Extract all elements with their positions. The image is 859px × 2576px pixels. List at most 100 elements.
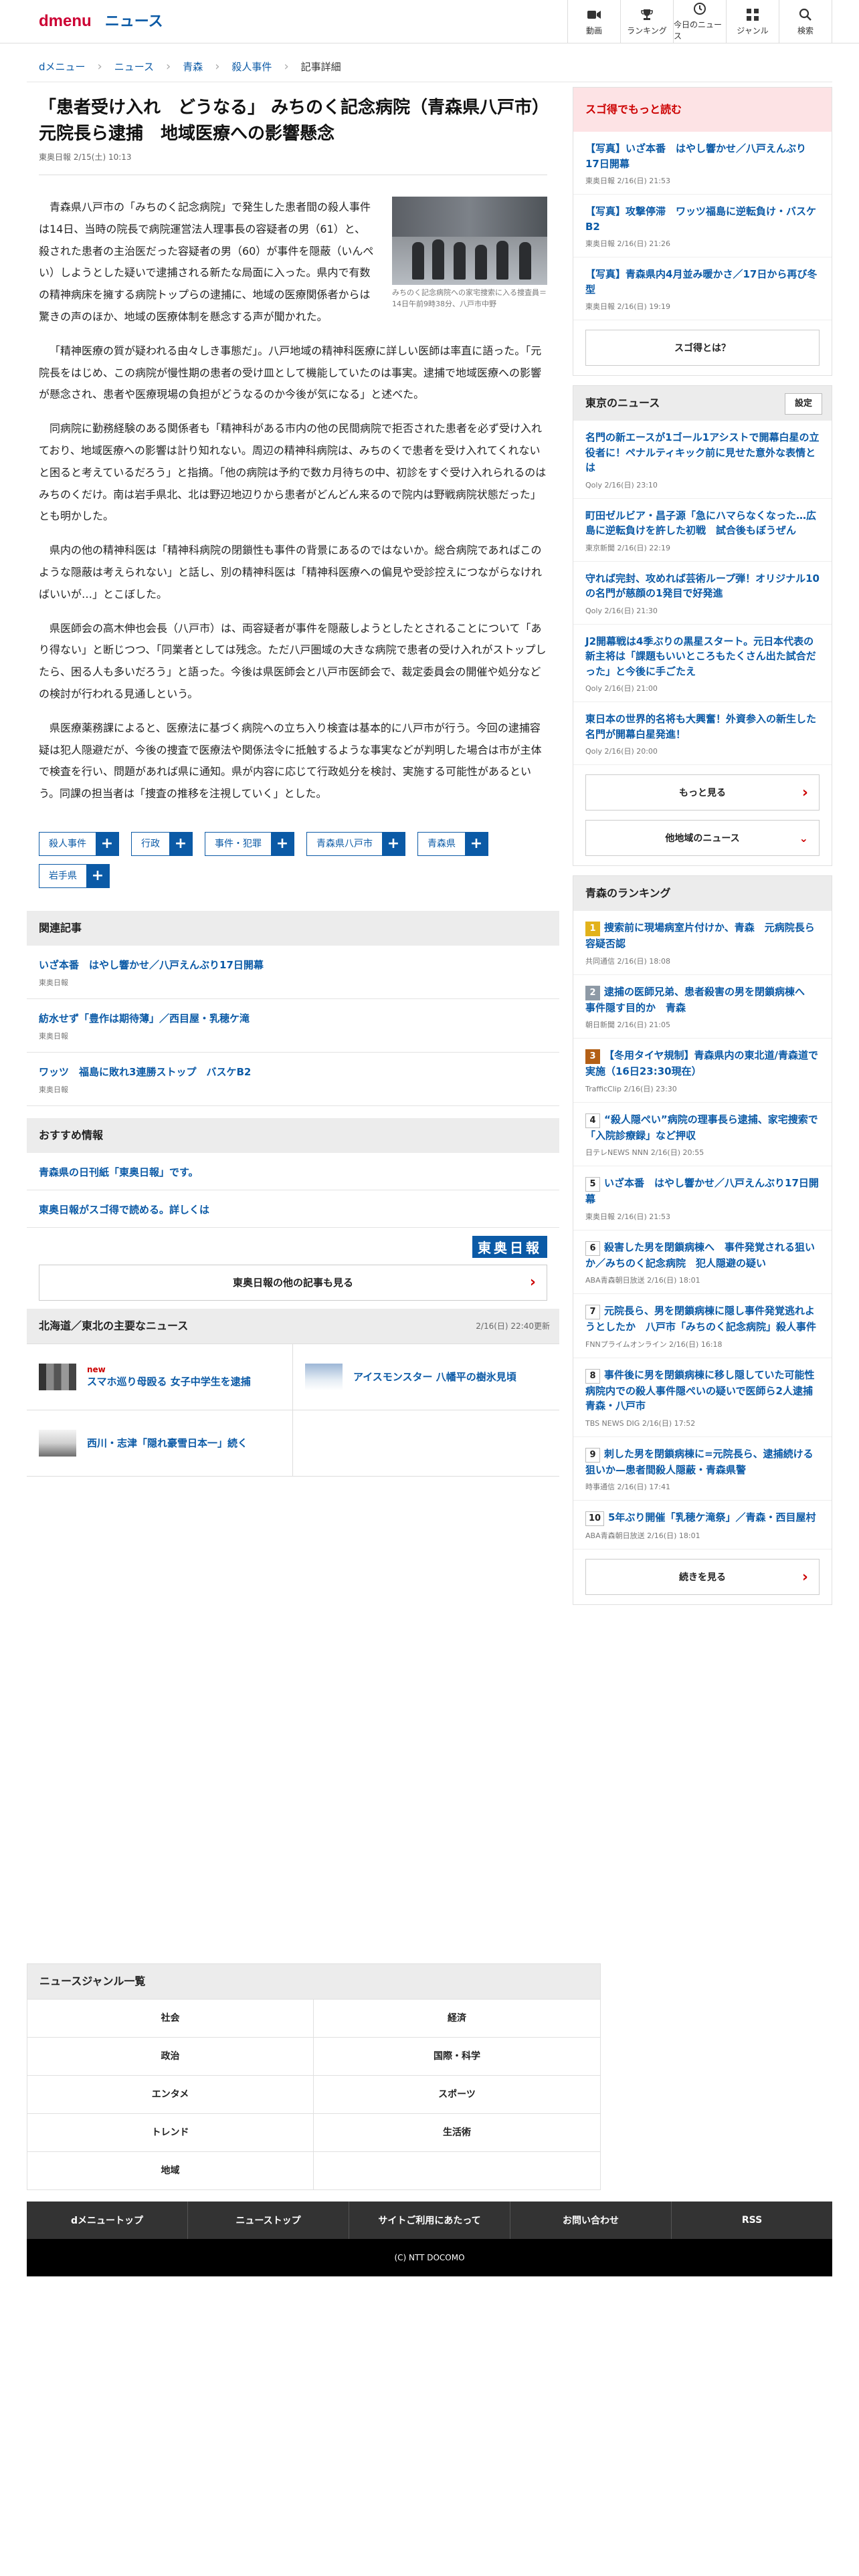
genre-economy[interactable]: 経済: [314, 1999, 600, 2037]
list-item[interactable]: 【写真】青森県内4月並み暖かさ／17日から再び冬型 東奥日報 2/16(日) 19…: [573, 257, 832, 320]
genre-society[interactable]: 社会: [27, 1999, 314, 2037]
genre-international[interactable]: 国際・科学: [314, 2037, 600, 2075]
related-link[interactable]: 紡水せず「豊作は期待薄」／西目屋・乳穂ケ滝: [39, 1011, 547, 1025]
ranking-item[interactable]: 4 “殺人隠ぺい”病院の理事長ら逮捕、家宅捜索で「入院診療録」など押収 日テレNEW…: [573, 1103, 832, 1166]
recommended-link[interactable]: 青森県の日刊紙「東奥日報」です。: [39, 1165, 547, 1179]
ranking-item[interactable]: 2 逮捕の医師兄弟、患者殺害の男を閉鎖病棟へ 事件隠す目的か 青森 朝日新聞 2/1…: [573, 975, 832, 1039]
ranking-item[interactable]: 5 いざ本番 はやし響かせ／八戸えんぶり17日開幕 東奥日報 2/16(日) 21:…: [573, 1166, 832, 1230]
dmenu-news-logo[interactable]: d menu ニュース: [39, 9, 163, 31]
breadcrumb-aomori[interactable]: 青森: [171, 60, 215, 74]
more-button[interactable]: もっと見る ›: [585, 774, 820, 811]
ranking-link[interactable]: 3 【冬用タイヤ規制】青森県内の東北道/青森道で実施（16日23:30現在）: [585, 1048, 820, 1079]
ranking-link[interactable]: 1 捜索前に現場病室片付けか、青森 元病院長ら容疑否認: [585, 920, 820, 952]
tag-follow[interactable]: 行政 +: [131, 831, 193, 856]
footer-terms[interactable]: サイトご利用にあたって: [349, 2202, 510, 2239]
tag-follow[interactable]: 殺人事件 +: [39, 831, 119, 856]
list-item[interactable]: 青森県の日刊紙「東奥日報」です。: [27, 1153, 559, 1190]
ranking-item[interactable]: 8 事件後に男を閉鎖病棟に移し隠していた可能性 病院内での殺人事件隠ぺいの疑いで医…: [573, 1358, 832, 1437]
other-region-button[interactable]: 他地域のニュース ⌄: [585, 820, 820, 856]
ranking-item[interactable]: 7 元院長ら、男を閉鎖病棟に隠し事件発覚逃れようとしたか 八戸市「みちのく記念病院…: [573, 1294, 832, 1358]
more-articles-button[interactable]: 東奥日報の他の記事も見る ›: [39, 1264, 547, 1301]
new-badge: new: [87, 1365, 106, 1375]
list-item[interactable]: 町田ゼルビア・昌子源「急にハマらなくなった…広島に逆転負けを許した初戦 試合後も…: [573, 499, 832, 562]
plus-icon[interactable]: +: [169, 832, 192, 855]
list-item[interactable]: 【写真】攻撃停滞 ワッツ福島に逆転負け・バスケB2 東奥日報 2/16(日) 21…: [573, 195, 832, 257]
nav-genre[interactable]: ジャンル: [726, 0, 779, 43]
breadcrumb-murder[interactable]: 殺人事件: [219, 60, 284, 74]
related-link[interactable]: いざ本番 はやし響かせ／八戸えんぶり17日開幕: [39, 958, 547, 972]
list-item[interactable]: 東日本の世界的名将も大興奮！外資参入の新生した名門が開幕白星発進！ Qoly 2/…: [573, 702, 832, 765]
sugotoku-link[interactable]: 【写真】青森県内4月並み暖かさ／17日から再び冬型: [585, 267, 820, 297]
settings-button[interactable]: 設定: [784, 393, 822, 415]
genre-politics[interactable]: 政治: [27, 2037, 314, 2075]
ranking-item[interactable]: 6 殺害した男を閉鎖病棟へ 事件発覚される狙いか／みちのく記念病院 犯人隠避の疑い…: [573, 1230, 832, 1294]
regional-title: 北海道／東北の主要なニュース: [39, 1319, 189, 1332]
ranking-link[interactable]: 2 逮捕の医師兄弟、患者殺害の男を閉鎖病棟へ 事件隠す目的か 青森: [585, 984, 820, 1016]
plus-icon[interactable]: +: [465, 832, 488, 855]
breadcrumb-dmenu[interactable]: dメニュー: [27, 60, 98, 74]
ranking-link[interactable]: 4 “殺人隠ぺい”病院の理事長ら逮捕、家宅捜索で「入院診療録」など押収: [585, 1112, 820, 1144]
list-item[interactable]: J2開幕戦は4季ぶりの黒星スタート。元日本代表の新主将は「課題もいいところもたく…: [573, 625, 832, 702]
plus-icon[interactable]: +: [271, 832, 294, 855]
ranking-link[interactable]: 5 いざ本番 はやし響かせ／八戸えんぶり17日開幕: [585, 1176, 820, 1207]
regional-link[interactable]: 西川・志津「隠れ豪雪日本一」続く: [87, 1437, 248, 1449]
ranking-item[interactable]: 10 5年ぶり開催「乳穂ケ滝祭」／青森・西目屋村 ABA青森朝日放送 2/16(日)…: [573, 1501, 832, 1549]
tokyo-news-link[interactable]: 守れば完封、攻めれば芸術ループ弾！オリジナル10の名門が慈顔の1発目で好発進: [585, 571, 820, 601]
tokyo-news-link[interactable]: 町田ゼルビア・昌子源「急にハマらなくなった…広島に逆転負けを許した初戦 試合後も…: [585, 508, 820, 538]
ranking-source: ABA青森朝日放送 2/16(日) 18:01: [585, 1276, 700, 1285]
ranking-item[interactable]: 1 捜索前に現場病室片付けか、青森 元病院長ら容疑否認 共同通信 2/16(日) 1…: [573, 911, 832, 975]
genre-lifestyle[interactable]: 生活術: [314, 2113, 600, 2151]
recommended-link[interactable]: 東奥日報がスゴ得で読める。詳しくは: [39, 1202, 547, 1216]
footer-dmenu-top[interactable]: dメニュートップ: [27, 2202, 188, 2239]
genre-entertainment[interactable]: エンタメ: [27, 2075, 314, 2113]
list-item[interactable]: 【写真】いざ本番 はやし響かせ／八戸えんぶり17日開幕 東奥日報 2/16(日) …: [573, 132, 832, 195]
tag-follow[interactable]: 岩手県 +: [39, 863, 110, 888]
sugotoku-link[interactable]: 【写真】攻撃停滞 ワッツ福島に逆転負け・バスケB2: [585, 204, 820, 234]
list-item[interactable]: new スマホ巡り母殴る 女子中学生を逮捕: [27, 1344, 293, 1410]
list-item[interactable]: 紡水せず「豊作は期待薄」／西目屋・乳穂ケ滝 東奥日報: [27, 999, 559, 1053]
ranking-link[interactable]: 7 元院長ら、男を閉鎖病棟に隠し事件発覚逃れようとしたか 八戸市「みちのく記念病院…: [585, 1303, 820, 1335]
genre-region[interactable]: 地域: [27, 2151, 314, 2189]
ranking-item[interactable]: 3 【冬用タイヤ規制】青森県内の東北道/青森道で実施（16日23:30現在） Tra…: [573, 1039, 832, 1103]
nav-search[interactable]: 検索: [779, 0, 832, 43]
list-item[interactable]: 西川・志津「隠れ豪雪日本一」続く: [27, 1410, 293, 1477]
nav-today[interactable]: 今日のニュース: [673, 0, 726, 43]
list-item[interactable]: ワッツ 福島に敗れ3連勝ストップ バスケB2 東奥日報: [27, 1053, 559, 1106]
footer-news-top[interactable]: ニューストップ: [188, 2202, 349, 2239]
tokyo-news-link[interactable]: 東日本の世界的名将も大興奮！外資参入の新生した名門が開幕白星発進！: [585, 712, 820, 742]
tokyo-news-link[interactable]: 名門の新エースが1ゴール1アシストで開幕白星の立役者に！ペナルティキック前に見せ…: [585, 430, 820, 475]
footer-rss[interactable]: RSS: [672, 2202, 832, 2239]
plus-icon[interactable]: +: [96, 832, 118, 855]
toonippo-logo[interactable]: 東奥日報: [472, 1235, 547, 1258]
ranking-item[interactable]: 9 刺した男を閉鎖病棟に=元院長ら、逮捕続ける狙いか—患者間殺人隠蔽・青森県警 時事…: [573, 1437, 832, 1501]
ranking-link[interactable]: 9 刺した男を閉鎖病棟に=元院長ら、逮捕続ける狙いか—患者間殺人隠蔽・青森県警: [585, 1446, 820, 1478]
article-photo[interactable]: [392, 197, 547, 285]
sugotoku-link[interactable]: 【写真】いざ本番 はやし響かせ／八戸えんぶり17日開幕: [585, 141, 820, 171]
tag-follow[interactable]: 事件・犯罪 +: [205, 831, 294, 856]
see-more-ranking-button[interactable]: 続きを見る ›: [585, 1559, 820, 1595]
tag-follow[interactable]: 青森県 +: [417, 831, 488, 856]
nav-video[interactable]: 動画: [567, 0, 620, 43]
ranking-link[interactable]: 6 殺害した男を閉鎖病棟へ 事件発覚される狙いか／みちのく記念病院 犯人隠避の疑い: [585, 1240, 820, 1271]
plus-icon[interactable]: +: [382, 832, 405, 855]
ranking-link[interactable]: 8 事件後に男を閉鎖病棟に移し隠していた可能性 病院内での殺人事件隠ぺいの疑いで医…: [585, 1368, 825, 1414]
list-item[interactable]: アイスモンスター 八幡平の樹氷見頃: [293, 1344, 559, 1410]
breadcrumb-news[interactable]: ニュース: [102, 60, 166, 74]
tag-follow[interactable]: 青森県八戸市 +: [306, 831, 405, 856]
plus-icon[interactable]: +: [86, 864, 109, 887]
tokyo-news-source: Qoly 2/16(日) 21:00: [585, 684, 658, 693]
regional-link[interactable]: スマホ巡り母殴る 女子中学生を逮捕: [87, 1376, 251, 1388]
ranking-link[interactable]: 10 5年ぶり開催「乳穂ケ滝祭」／青森・西目屋村: [585, 1510, 820, 1526]
list-item[interactable]: いざ本番 はやし響かせ／八戸えんぶり17日開幕 東奥日報: [27, 946, 559, 999]
regional-link[interactable]: アイスモンスター 八幡平の樹氷見頃: [353, 1371, 516, 1383]
genre-sports[interactable]: スポーツ: [314, 2075, 600, 2113]
what-is-sugotoku-button[interactable]: スゴ得とは？: [585, 330, 820, 366]
list-item[interactable]: 守れば完封、攻めれば芸術ループ弾！オリジナル10の名門が慈顔の1発目で好発進 Qo…: [573, 562, 832, 625]
footer-contact[interactable]: お問い合わせ: [510, 2202, 672, 2239]
nav-ranking[interactable]: ランキング: [620, 0, 673, 43]
list-item[interactable]: 東奥日報がスゴ得で読める。詳しくは: [27, 1190, 559, 1228]
list-item[interactable]: 名門の新エースが1ゴール1アシストで開幕白星の立役者に！ペナルティキック前に見せ…: [573, 421, 832, 499]
genre-trend[interactable]: トレンド: [27, 2113, 314, 2151]
tokyo-news-link[interactable]: J2開幕戦は4季ぶりの黒星スタート。元日本代表の新主将は「課題もいいところもたく…: [585, 634, 820, 679]
related-link[interactable]: ワッツ 福島に敗れ3連勝ストップ バスケB2: [39, 1065, 547, 1079]
